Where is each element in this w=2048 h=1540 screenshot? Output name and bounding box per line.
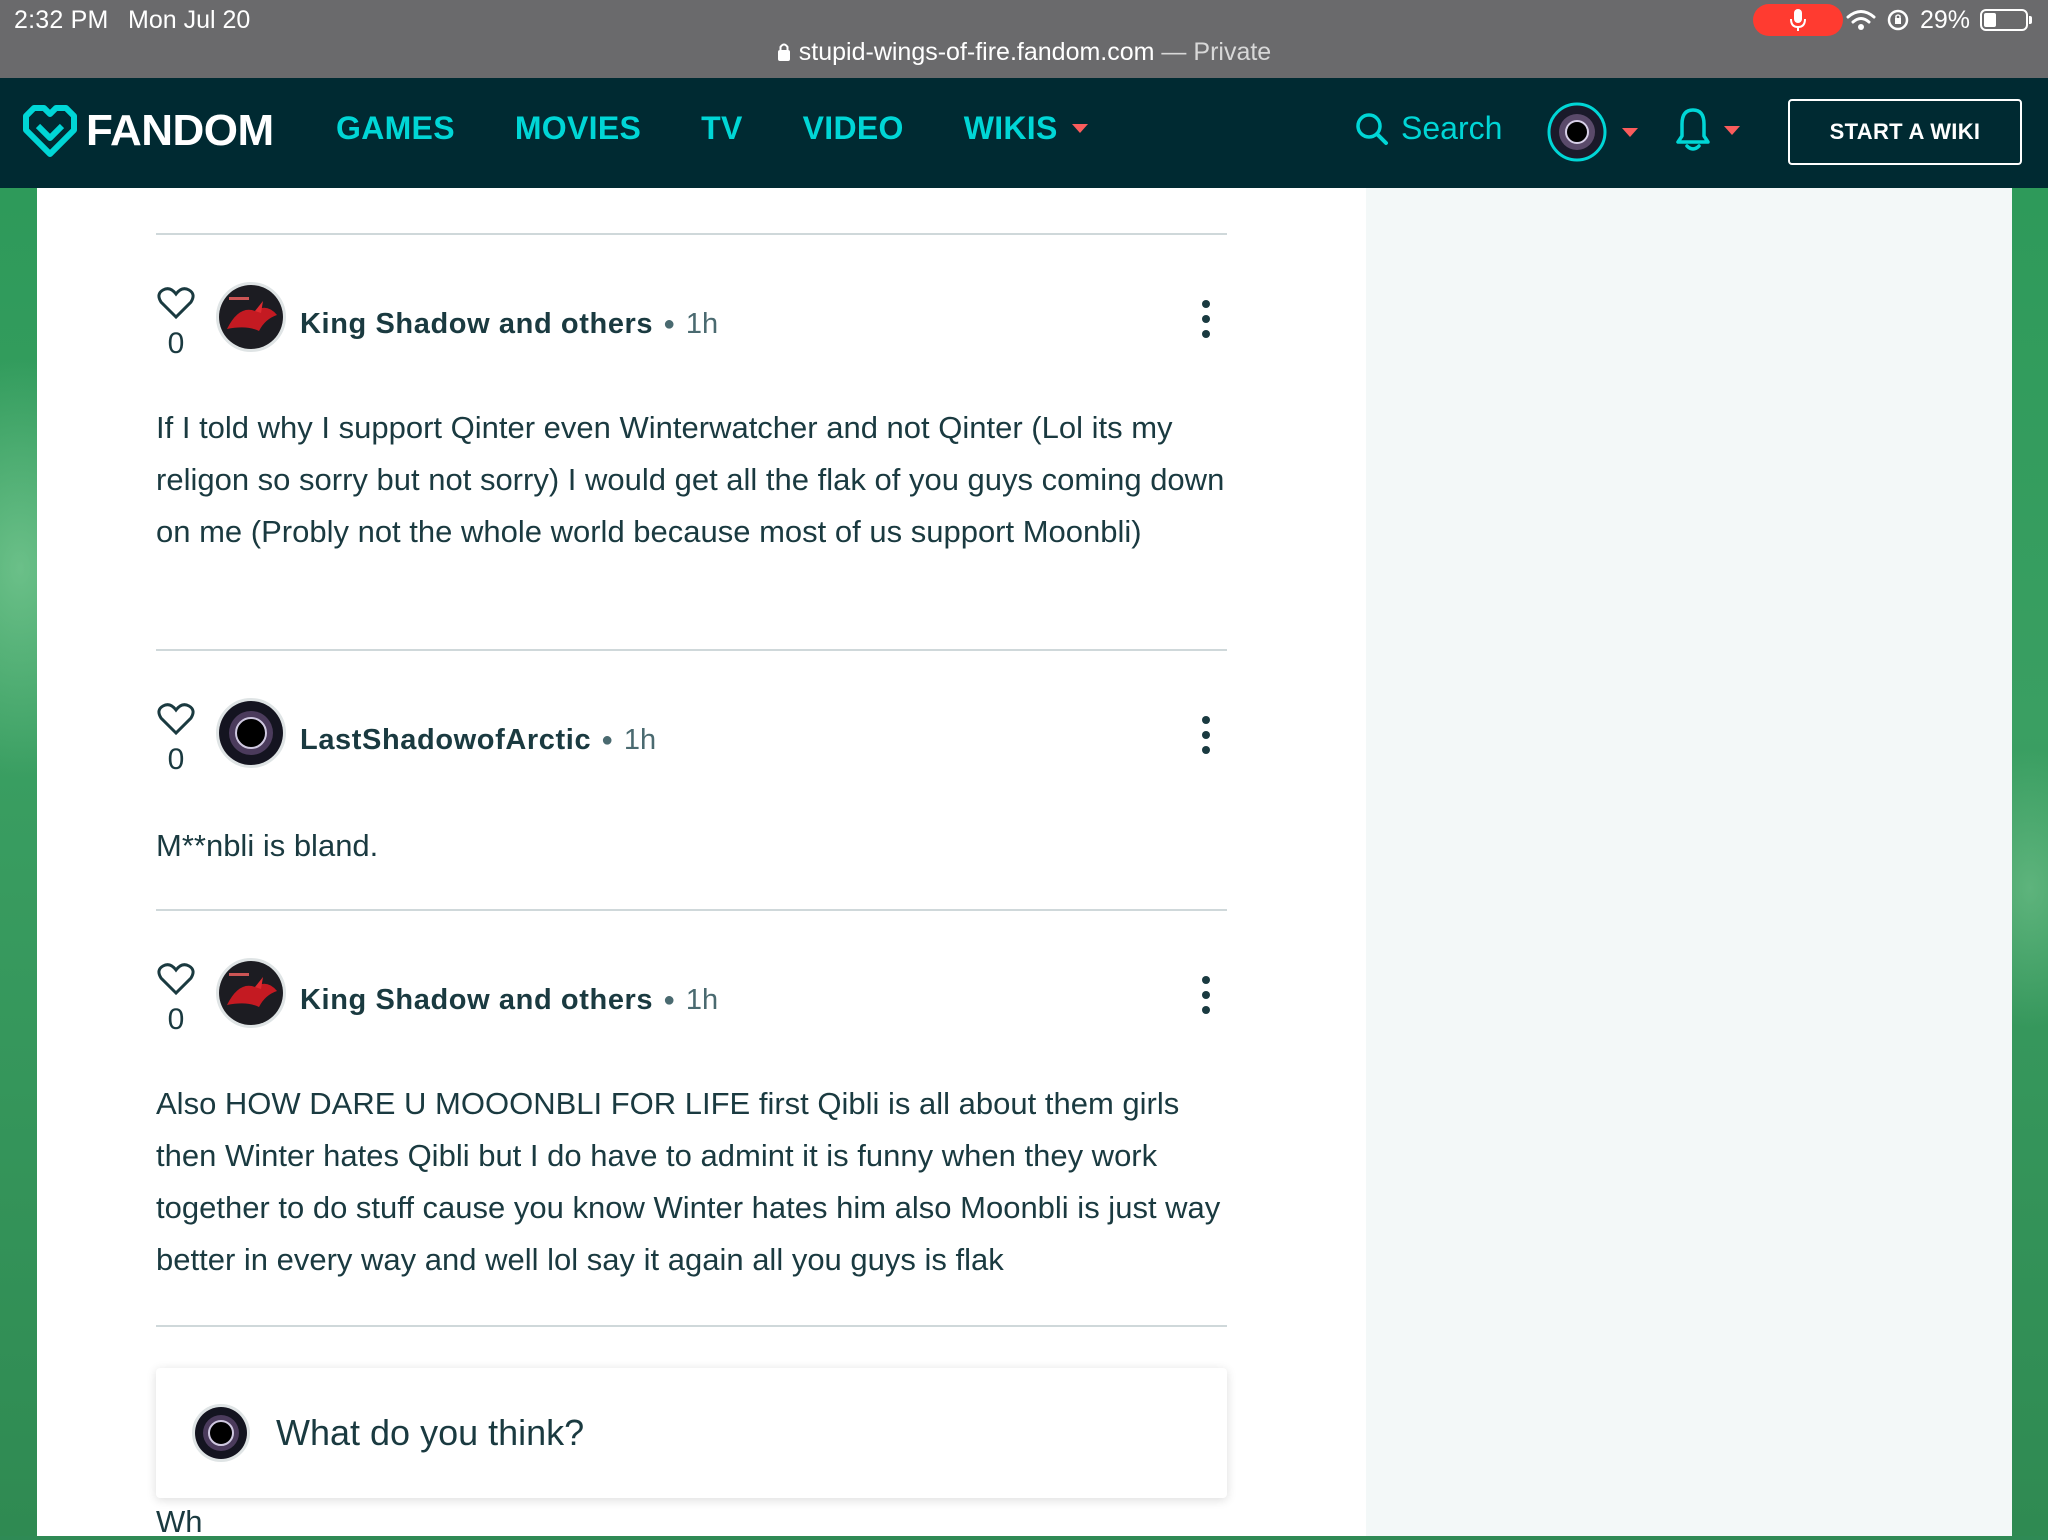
red-dragon-avatar-icon: [219, 285, 283, 349]
nav-tv[interactable]: TV: [701, 110, 743, 147]
microphone-indicator: [1753, 4, 1843, 36]
fandom-logo[interactable]: FANDOM: [22, 104, 274, 158]
start-a-wiki-button[interactable]: START A WIKI: [1788, 99, 2022, 165]
comment-divider: [156, 909, 1227, 911]
rotation-lock-icon: [1887, 9, 1909, 31]
comment-time: 1h: [685, 308, 719, 340]
cutoff-text: Wh: [156, 1504, 203, 1539]
comment-time: 1h: [685, 984, 719, 1016]
url-separator: —: [1154, 38, 1194, 66]
black-hole-avatar-icon: [195, 1407, 247, 1459]
more-options-button[interactable]: [1196, 300, 1216, 345]
address-bar[interactable]: stupid-wings-of-fire.fandom.com — Privat…: [0, 38, 2048, 67]
comment-body: Also HOW DARE U MOOONBLI FOR LIFE first …: [156, 1086, 1221, 1277]
comment-author[interactable]: King Shadow and others ● 1h: [300, 308, 718, 341]
nav-wikis-label: WIKIS: [963, 110, 1058, 146]
like-count: 0: [167, 743, 185, 776]
lock-icon: [777, 43, 790, 61]
nav-wikis[interactable]: WIKIS: [964, 110, 1088, 147]
comment-author[interactable]: LastShadowofArctic ● 1h: [300, 724, 656, 757]
status-time: 2:32 PM: [14, 6, 109, 34]
like-count: 0: [167, 1003, 185, 1036]
battery-icon: [1980, 9, 2032, 31]
status-date: Mon Jul 20: [128, 6, 251, 34]
reply-placeholder: What do you think?: [276, 1412, 585, 1453]
comment-divider: [156, 649, 1227, 651]
red-dragon-avatar-icon: [219, 961, 283, 1025]
chevron-down-icon: [1724, 125, 1740, 135]
heart-icon: [157, 703, 195, 736]
nav-games[interactable]: GAMES: [336, 110, 455, 147]
comment-divider: [156, 1325, 1227, 1327]
search-button[interactable]: Search: [1355, 110, 1502, 147]
bell-icon: [1676, 108, 1710, 151]
more-options-button[interactable]: [1196, 976, 1216, 1021]
search-label: Search: [1401, 110, 1503, 146]
search-icon: [1356, 112, 1388, 145]
user-menu[interactable]: [1546, 101, 1638, 163]
comment-body: If I told why I support Qinter even Wint…: [156, 410, 1225, 549]
more-options-button[interactable]: [1196, 716, 1216, 761]
nav-video[interactable]: VIDEO: [803, 110, 904, 147]
microphone-icon: [1790, 9, 1806, 31]
user-avatar[interactable]: [216, 282, 286, 352]
comment-author[interactable]: King Shadow and others ● 1h: [300, 984, 718, 1017]
fandom-heart-icon: [23, 105, 77, 157]
comment-divider: [156, 233, 1227, 235]
heart-icon: [157, 963, 195, 996]
user-avatar[interactable]: [216, 958, 286, 1028]
separator-dot: ●: [601, 729, 614, 751]
author-name: King Shadow and others: [300, 308, 654, 340]
battery-level: [1984, 13, 1996, 27]
separator-dot: ●: [663, 313, 676, 335]
nav-movies[interactable]: MOVIES: [515, 110, 641, 147]
like-count: 0: [167, 327, 185, 360]
heart-icon: [157, 287, 195, 320]
url-text: stupid-wings-of-fire.fandom.com: [798, 38, 1155, 66]
chevron-down-icon: [1622, 127, 1638, 137]
battery-percent: 29%: [1919, 5, 1970, 34]
fandom-logo-text: FANDOM: [86, 106, 274, 155]
right-rail: [1366, 188, 2012, 1536]
user-avatar-icon: [1547, 102, 1607, 162]
main-nav: GAMES MOVIES TV VIDEO WIKIS: [336, 110, 1148, 147]
like-button[interactable]: 0: [156, 962, 196, 1037]
current-user-avatar: [192, 1404, 250, 1462]
site-header: FANDOM GAMES MOVIES TV VIDEO WIKIS Searc…: [0, 78, 2048, 188]
like-button[interactable]: 0: [156, 286, 196, 361]
chevron-down-icon: [1071, 124, 1088, 133]
notifications-button[interactable]: [1676, 106, 1740, 154]
separator-dot: ●: [663, 989, 676, 1011]
status-bar: 2:32 PM Mon Jul 20 29% stupid-wings-of-f…: [0, 0, 2048, 78]
status-indicators: 29%: [1846, 4, 2032, 36]
black-hole-avatar-icon: [219, 701, 283, 765]
like-button[interactable]: 0: [156, 702, 196, 777]
user-avatar[interactable]: [216, 698, 286, 768]
comment-time: 1h: [623, 724, 657, 756]
author-name: LastShadowofArctic: [300, 724, 592, 756]
private-label: Private: [1193, 38, 1272, 66]
author-name: King Shadow and others: [300, 984, 654, 1016]
reply-input[interactable]: What do you think?: [156, 1368, 1227, 1498]
wifi-icon: [1846, 10, 1876, 30]
comment-body: M**nbli is bland.: [156, 828, 379, 863]
